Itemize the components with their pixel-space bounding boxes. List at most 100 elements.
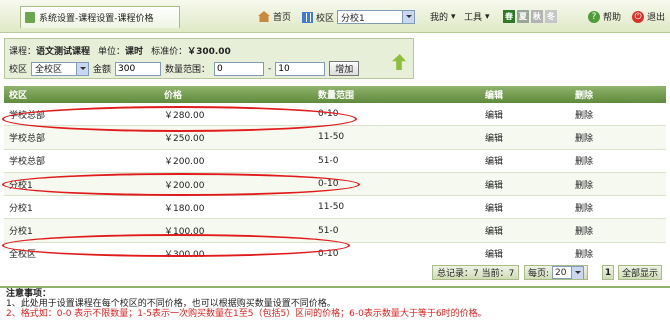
tools-menu[interactable]: 工具 ▾ <box>464 10 490 24</box>
cell-campus: 学校总部 <box>9 110 46 121</box>
delete-link[interactable]: 删除 <box>575 201 593 214</box>
cell-campus: 学校总部 <box>9 157 46 168</box>
filter-panel: 课程：语文测试课程 单位：课时 标准价：￥300.00 校区 全校区 金额 数量… <box>4 38 414 79</box>
mine-label: 我的 <box>430 13 449 23</box>
folder-icon <box>25 12 35 23</box>
cell-campus: 学校总部 <box>9 133 46 144</box>
cell-range: 11-50 <box>318 202 345 213</box>
help-link[interactable]: ? 帮助 <box>588 10 621 23</box>
help-icon: ? <box>588 10 600 23</box>
per-page-control: 每页: 20 <box>524 265 589 280</box>
caret-down-icon: ▾ <box>451 11 456 22</box>
edit-link[interactable]: 编辑 <box>485 154 503 167</box>
campus-select-value: 分校1 <box>341 13 365 24</box>
cell-price: ￥250.00 <box>164 133 205 144</box>
edit-link[interactable]: 编辑 <box>485 201 503 214</box>
cell-price: ￥180.00 <box>164 203 205 214</box>
record-count: 总记录：7 当前：7 <box>432 265 520 280</box>
cell-range: 51-0 <box>318 155 339 166</box>
unit-info-item: 单位：课时 <box>98 44 143 57</box>
page-title: 系统设置-课程设置-课程价格 <box>39 14 154 24</box>
campus-filter-label: 校区 <box>9 65 28 75</box>
edit-link[interactable]: 编辑 <box>485 247 503 260</box>
delete-link[interactable]: 删除 <box>575 224 593 237</box>
chevron-down-icon <box>402 11 415 23</box>
delete-link[interactable]: 删除 <box>575 131 593 144</box>
table-body: 学校总部 ￥280.00 0-10 编辑 删除 学校总部 ￥250.00 11-… <box>4 103 666 267</box>
pager: 总记录：7 当前：7 每页: 20 1 全部显示 <box>4 262 666 282</box>
price-table: 校区 价格 数量范围 编辑 删除 学校总部 ￥280.00 0-10 编辑 删除… <box>4 86 666 267</box>
exit-label: 退出 <box>647 13 666 23</box>
show-all-button[interactable]: 全部显示 <box>618 265 663 280</box>
per-page-select[interactable]: 20 <box>552 266 585 279</box>
home-label: 首页 <box>273 13 292 23</box>
filter-form: 校区 全校区 金额 数量范围： - 增加 <box>9 61 360 76</box>
page-title-tab: 系统设置-课程设置-课程价格 <box>20 6 180 28</box>
home-link[interactable]: 首页 <box>258 10 291 23</box>
header-campus: 校区 <box>9 91 28 101</box>
home-icon <box>258 11 270 22</box>
campus-filter-select[interactable]: 全校区 <box>31 61 90 76</box>
theme-winter[interactable]: 冬 <box>545 10 557 23</box>
chevron-down-icon <box>76 62 89 75</box>
campus-label: 校区 <box>316 13 335 24</box>
cell-campus: 分校1 <box>9 203 33 214</box>
notes: 注意事项： 1、此处用于设置课程在每个校区的不同价格，也可以根据购买数量设置不同… <box>6 289 487 319</box>
campus-switcher: 校区 分校1 <box>302 10 416 24</box>
add-button[interactable]: 增加 <box>329 61 360 76</box>
cell-price: ￥100.00 <box>164 227 205 238</box>
notes-title: 注意事项： <box>6 289 52 299</box>
range-label: 数量范围： <box>165 65 211 75</box>
tools-label: 工具 <box>464 13 483 23</box>
header-edit: 编辑 <box>485 91 504 101</box>
header-range: 数量范围 <box>318 91 355 101</box>
delete-link[interactable]: 删除 <box>575 108 593 121</box>
course-label: 课程： <box>9 47 37 57</box>
delete-link[interactable]: 删除 <box>575 154 593 167</box>
notes-line-2: 2、格式如：0-0 表示不限数量；1-5表示一次购买数量在1至5（包括5）区间的… <box>6 309 487 319</box>
edit-link[interactable]: 编辑 <box>485 108 503 121</box>
course-info: 课程：语文测试课程 单位：课时 标准价：￥300.00 <box>9 44 231 57</box>
cell-price: ￥200.00 <box>164 157 205 168</box>
page-number[interactable]: 1 <box>602 265 614 280</box>
campus-select[interactable]: 分校1 <box>337 10 416 24</box>
theme-spring[interactable]: 春 <box>503 10 515 23</box>
table-row: 分校1 ￥200.00 0-10 编辑 删除 <box>4 172 666 197</box>
std-price-label: 标准价： <box>151 47 188 57</box>
range-separator: - <box>268 63 272 74</box>
course-info-item: 课程：语文测试课程 <box>9 44 90 57</box>
exit-link[interactable]: ⏻ 退出 <box>632 10 665 23</box>
caret-down-icon: ▾ <box>485 11 490 22</box>
amount-input[interactable] <box>115 61 162 76</box>
std-price-value: ￥300.00 <box>187 47 231 57</box>
table-row: 分校1 ￥180.00 11-50 编辑 删除 <box>4 196 666 220</box>
table-header: 校区 价格 数量范围 编辑 删除 <box>4 86 666 103</box>
cell-range: 0-10 <box>318 248 339 259</box>
cell-price: ￥200.00 <box>164 180 205 191</box>
header-delete: 删除 <box>575 91 594 101</box>
edit-link[interactable]: 编辑 <box>485 131 503 144</box>
theme-summer[interactable]: 夏 <box>517 10 529 23</box>
campus-icon <box>302 11 313 23</box>
range-to-input[interactable] <box>275 61 326 76</box>
edit-link[interactable]: 编辑 <box>485 224 503 237</box>
cell-campus: 分校1 <box>9 227 33 238</box>
delete-link[interactable]: 删除 <box>575 247 593 260</box>
top-toolbar: 系统设置-课程设置-课程价格 首页 校区 分校1 我的 ▾ 工具 ▾ 春 夏 秋… <box>0 0 670 33</box>
mine-menu[interactable]: 我的 ▾ <box>430 10 456 24</box>
campus-filter-value: 全校区 <box>35 65 63 75</box>
theme-switcher: 春 夏 秋 冬 <box>503 10 557 23</box>
cell-campus: 分校1 <box>9 180 33 191</box>
table-row: 分校1 ￥100.00 51-0 编辑 删除 <box>4 219 666 243</box>
range-from-input[interactable] <box>214 61 265 76</box>
cell-range: 0-10 <box>318 109 339 120</box>
theme-autumn[interactable]: 秋 <box>531 10 543 23</box>
table-row: 学校总部 ￥200.00 51-0 编辑 删除 <box>4 150 666 173</box>
per-page-label: 每页: <box>528 269 550 279</box>
per-page-value: 20 <box>555 267 567 278</box>
cell-range: 11-50 <box>318 132 345 143</box>
cell-campus: 全校区 <box>9 250 37 261</box>
edit-link[interactable]: 编辑 <box>485 178 503 191</box>
delete-link[interactable]: 删除 <box>575 178 593 191</box>
notes-line-1: 1、此处用于设置课程在每个校区的不同价格，也可以根据购买数量设置不同价格。 <box>6 299 336 309</box>
